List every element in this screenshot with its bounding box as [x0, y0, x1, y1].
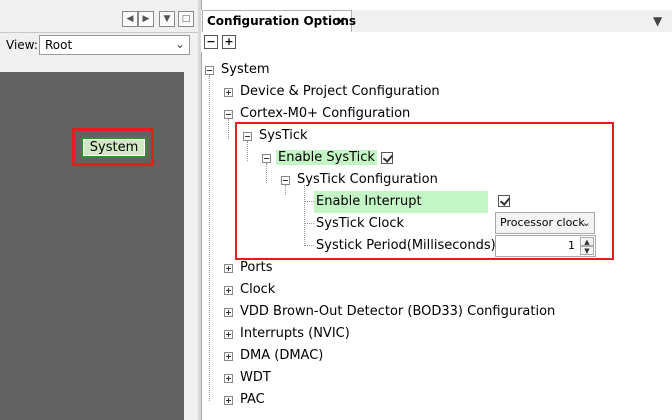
view-select[interactable]: Root ⌄	[39, 35, 190, 55]
tree-item-wdt[interactable]: WDT	[240, 367, 271, 389]
view-menu-icon[interactable]: ▼	[159, 11, 175, 27]
left-pane-toolbar: ◀ ▶ ▼ □	[0, 10, 198, 33]
expand-toggle[interactable]	[224, 352, 233, 361]
tree-item-ports[interactable]: Ports	[240, 257, 273, 279]
tree-toolbar	[201, 32, 672, 52]
tab-title: Configuration Options	[207, 14, 357, 28]
tree-item-vdd-bod33[interactable]: VDD Brown-Out Detector (BOD33) Configura…	[240, 301, 555, 323]
nav-forward-icon[interactable]: ▶	[138, 11, 154, 27]
tree-guide	[209, 75, 210, 401]
nav-back-icon[interactable]: ◀	[122, 11, 138, 27]
view-select-value: Root	[45, 38, 73, 52]
tree-item-interrupts[interactable]: Interrupts (NVIC)	[240, 323, 350, 345]
expand-toggle[interactable]	[224, 88, 233, 97]
close-icon[interactable]: ×	[336, 14, 346, 28]
expand-all-icon[interactable]: +	[222, 35, 236, 49]
tree-guide	[228, 119, 229, 139]
tree-item-system[interactable]: System	[221, 59, 269, 81]
tree-item-clock[interactable]: Clock	[240, 279, 275, 301]
tree-item-pac[interactable]: PAC	[240, 389, 265, 411]
expand-toggle[interactable]	[224, 264, 233, 273]
view-label: View:	[6, 38, 38, 52]
collapse-toggle[interactable]	[224, 110, 233, 119]
system-node[interactable]: System	[81, 137, 147, 158]
diagram-canvas[interactable]	[0, 72, 184, 420]
expand-toggle[interactable]	[224, 308, 233, 317]
tree-item-dma[interactable]: DMA (DMAC)	[240, 345, 323, 367]
expand-toggle[interactable]	[224, 286, 233, 295]
view-menu-icon[interactable]: ▼	[653, 14, 662, 28]
maximize-icon[interactable]: □	[178, 11, 194, 27]
expand-toggle[interactable]	[224, 330, 233, 339]
expand-toggle[interactable]	[224, 374, 233, 383]
annotation-highlight-box	[235, 122, 614, 260]
tree-item-device-project[interactable]: Device & Project Configuration	[240, 81, 440, 103]
chevron-down-icon: ⌄	[174, 37, 185, 51]
collapse-all-icon[interactable]: −	[204, 35, 218, 49]
collapse-toggle[interactable]	[205, 66, 214, 75]
expand-toggle[interactable]	[224, 396, 233, 405]
